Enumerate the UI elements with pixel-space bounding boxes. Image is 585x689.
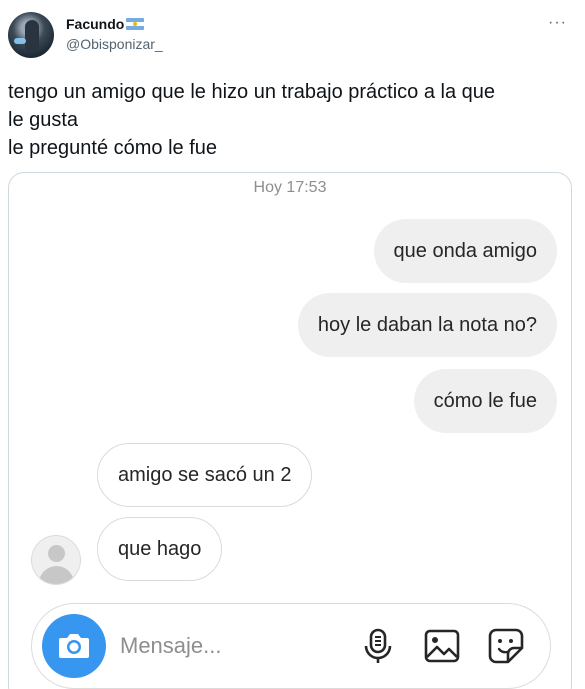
user-avatar[interactable] <box>8 12 54 58</box>
message-bubble-outgoing: que onda amigo <box>373 219 557 283</box>
microphone-icon[interactable] <box>358 626 398 666</box>
sticker-icon[interactable] <box>486 626 526 666</box>
contact-avatar-icon[interactable] <box>31 535 81 585</box>
message-bubble-outgoing: cómo le fue <box>413 369 557 433</box>
tweet-text: tengo un amigo que le hizo un trabajo pr… <box>8 81 496 159</box>
message-input[interactable] <box>120 628 340 664</box>
message-bubble-outgoing: hoy le daban la nota no? <box>297 293 557 357</box>
flag-argentina-icon <box>126 18 145 30</box>
camera-icon <box>59 634 89 658</box>
user-handle[interactable]: @Obisponizar_ <box>66 36 163 52</box>
message-composer <box>31 603 551 689</box>
chat-timestamp: Hoy 17:53 <box>253 179 327 196</box>
chat-screenshot[interactable]: Hoy 17:53 que onda amigo hoy le daban la… <box>8 172 572 689</box>
camera-button[interactable] <box>42 614 106 678</box>
display-name-text[interactable]: Facundo <box>66 16 124 32</box>
message-bubble-incoming: que hago <box>97 517 223 581</box>
display-name[interactable]: Facundo <box>66 16 145 32</box>
more-icon[interactable]: ··· <box>548 14 567 32</box>
message-bubble-incoming: amigo se sacó un 2 <box>97 443 313 507</box>
gallery-icon[interactable] <box>422 626 462 666</box>
